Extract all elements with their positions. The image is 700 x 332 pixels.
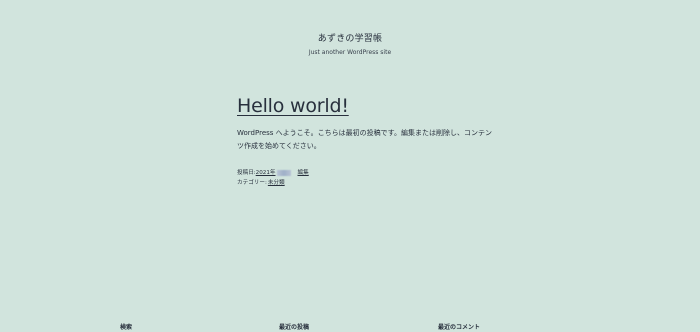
post-content: WordPress へようこそ。こちらは最初の投稿です。編集または削除し、コンテ… — [237, 127, 495, 153]
page: あずきの学習帳 Just another WordPress site Hell… — [0, 0, 700, 332]
redacted-date-blur — [276, 169, 291, 176]
recent-comments-widget-title: 最近のコメント — [438, 324, 481, 331]
edit-post-link[interactable]: 編集 — [298, 168, 309, 178]
category-link[interactable]: 未分類 — [268, 178, 285, 188]
recent-posts-widget-title: 最近の投稿 — [279, 324, 310, 331]
posted-on-row: 投稿日: 2021年 編集 — [237, 168, 497, 178]
category-row: カテゴリー: 未分類 — [237, 178, 497, 188]
post-meta: 投稿日: 2021年 編集 カテゴリー: 未分類 — [237, 168, 497, 188]
post-date-link[interactable]: 2021年 — [256, 168, 292, 178]
category-label: カテゴリー: — [237, 180, 267, 186]
post-content-paragraph: WordPress へようこそ。こちらは最初の投稿です。編集または削除し、コンテ… — [237, 129, 492, 150]
search-widget-title: 検索 — [120, 324, 133, 331]
site-title-link[interactable]: あずきの学習帳 — [318, 33, 382, 45]
post-date-text: 2021年 — [255, 170, 276, 176]
post-title-link[interactable]: Hello world! — [237, 95, 497, 117]
posted-on-label: 投稿日: — [237, 170, 256, 176]
site-tagline: Just another WordPress site — [308, 49, 392, 56]
site-header: あずきの学習帳 Just another WordPress site — [0, 26, 700, 57]
post: Hello world! WordPress へようこそ。こちらは最初の投稿です… — [237, 95, 497, 188]
footer-widgets: 検索 最近の投稿 最近のコメント — [0, 324, 700, 332]
